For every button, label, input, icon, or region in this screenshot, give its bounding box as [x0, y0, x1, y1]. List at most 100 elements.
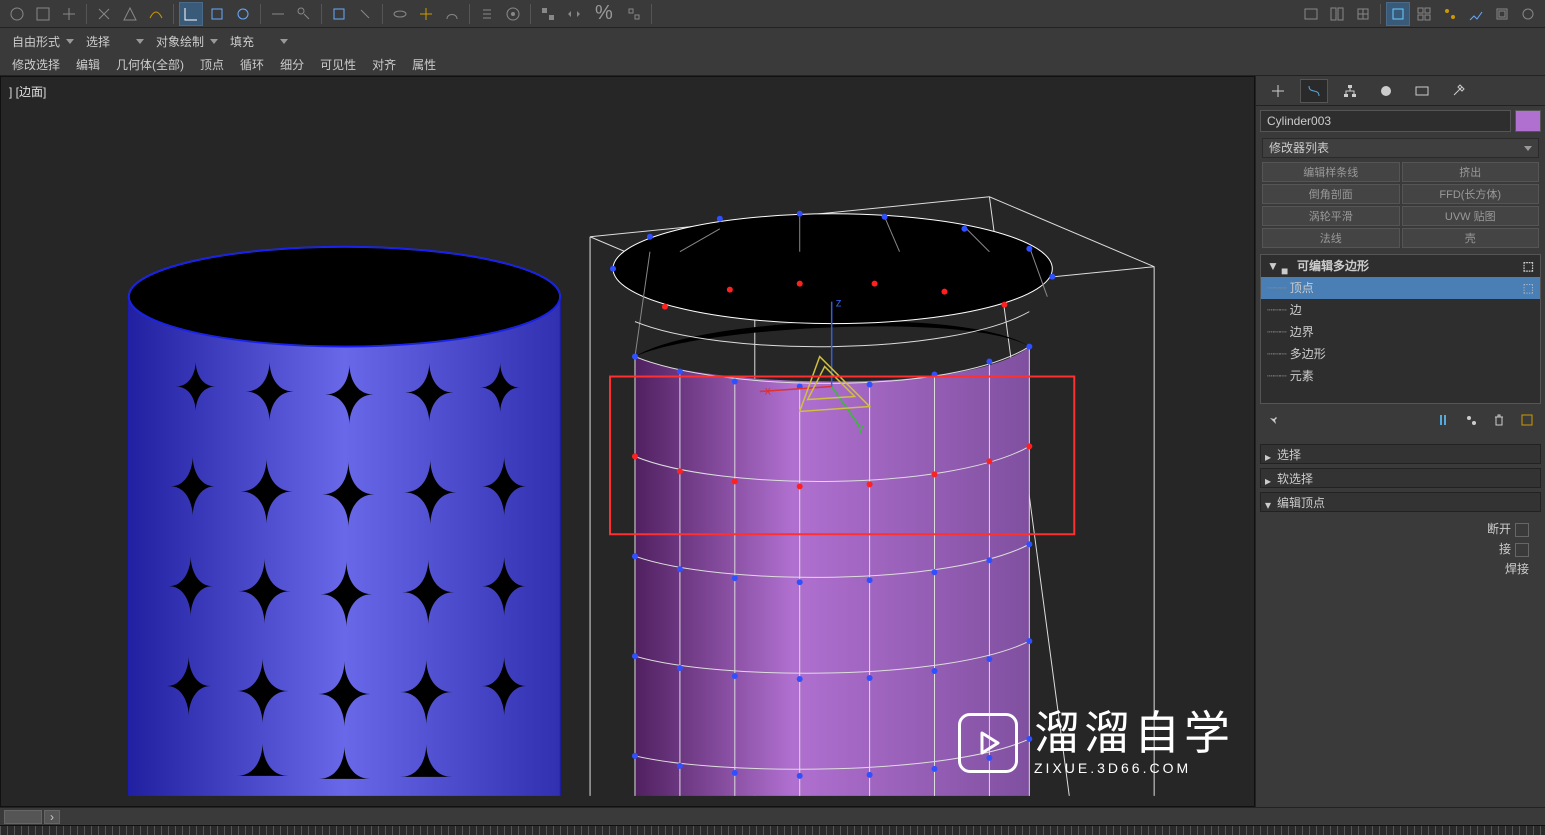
tool-icon[interactable]	[118, 2, 142, 26]
ribbon-dropdowns: 自由形式 选择 对象绘制 填充	[0, 28, 1545, 54]
rollout-edit-vertex: ▾编辑顶点 断开 接 焊接	[1260, 492, 1541, 584]
menu-loop[interactable]: 循环	[232, 55, 272, 75]
timeline-ruler[interactable]	[0, 825, 1545, 835]
command-panel: 修改器列表 编辑样条线 挤出 倒角剖面 FFD(长方体) 涡轮平滑 UVW 贴图…	[1255, 76, 1545, 807]
menu-visibility[interactable]: 可见性	[312, 55, 364, 75]
pin-icon[interactable]	[1264, 411, 1284, 429]
axis-x-label: x	[765, 383, 771, 397]
axis-z-label: z	[836, 296, 842, 310]
modifier-list-dropdown[interactable]: 修改器列表	[1262, 138, 1539, 158]
top-toolbar: %	[0, 0, 1545, 28]
menu-props[interactable]: 属性	[404, 55, 444, 75]
tool-icon[interactable]	[57, 2, 81, 26]
stack-sub-vertex[interactable]: ┈┈┈顶点⬚	[1261, 277, 1540, 299]
tool-icon[interactable]	[501, 2, 525, 26]
rollout-head[interactable]: ▸选择	[1260, 444, 1541, 464]
stack-sub-edge[interactable]: ┈┈┈边	[1261, 299, 1540, 321]
tool-icon[interactable]	[1516, 2, 1540, 26]
tool-icon[interactable]	[440, 2, 464, 26]
time-slider-scroll[interactable]: ›	[0, 807, 1545, 825]
mod-btn[interactable]: 倒角剖面	[1262, 184, 1400, 204]
menu-modify-select[interactable]: 修改选择	[4, 55, 68, 75]
stack-toolbar	[1256, 408, 1545, 432]
rollout-soft-selection: ▸软选择	[1260, 468, 1541, 488]
stack-sub-border[interactable]: ┈┈┈边界	[1261, 321, 1540, 343]
tool-icon[interactable]	[231, 2, 255, 26]
tool-icon[interactable]	[353, 2, 377, 26]
scroll-thumb[interactable]	[4, 810, 42, 824]
tab-create[interactable]	[1264, 79, 1292, 103]
vert-weld-button[interactable]: 焊接	[1266, 558, 1535, 578]
tool-icon[interactable]	[1490, 2, 1514, 26]
tool-icon[interactable]	[1299, 2, 1323, 26]
tool-icon[interactable]	[1325, 2, 1349, 26]
mod-btn[interactable]: UVW 贴图	[1402, 206, 1540, 226]
tool-icon[interactable]	[144, 2, 168, 26]
object-name-input[interactable]	[1260, 110, 1511, 132]
tool-icon[interactable]	[414, 2, 438, 26]
ribbon-dd-freeform[interactable]: 自由形式	[4, 31, 78, 51]
tool-icon[interactable]	[388, 2, 412, 26]
stack-sub-element[interactable]: ┈┈┈元素	[1261, 365, 1540, 387]
percent-label: %	[595, 2, 613, 25]
stack-sub-polygon[interactable]: ┈┈┈多边形	[1261, 343, 1540, 365]
tool-icon[interactable]	[31, 2, 55, 26]
vert-connect-button[interactable]: 接	[1266, 538, 1535, 558]
menu-edit[interactable]: 编辑	[68, 55, 108, 75]
editable-poly-icon: ■	[1281, 260, 1293, 272]
tool-icon[interactable]	[5, 2, 29, 26]
stack-tool-icon[interactable]	[1461, 411, 1481, 429]
tool-icon[interactable]	[536, 2, 560, 26]
tool-icon[interactable]	[1412, 2, 1436, 26]
tool-icon-active[interactable]	[179, 2, 203, 26]
vert-break-button[interactable]: 断开	[1266, 518, 1535, 538]
tool-icon[interactable]	[622, 2, 646, 26]
ribbon-menu: 修改选择 编辑 几何体(全部) 顶点 循环 细分 可见性 对齐 属性	[0, 54, 1545, 76]
tool-icon[interactable]	[562, 2, 586, 26]
rollout-head[interactable]: ▾编辑顶点	[1260, 492, 1541, 512]
mod-btn[interactable]: 法线	[1262, 228, 1400, 248]
rollout-head[interactable]: ▸软选择	[1260, 468, 1541, 488]
tool-icon[interactable]	[292, 2, 316, 26]
stack-tool-icon[interactable]	[1433, 411, 1453, 429]
scroll-btn[interactable]: ›	[44, 810, 60, 824]
ribbon-dd-fill[interactable]: 填充	[222, 31, 292, 51]
tool-icon[interactable]	[1464, 2, 1488, 26]
mod-btn[interactable]: 挤出	[1402, 162, 1540, 182]
menu-vertex[interactable]: 顶点	[192, 55, 232, 75]
stack-header[interactable]: ▼ ■ 可编辑多边形 ⬚	[1261, 255, 1540, 277]
object-color-swatch[interactable]	[1515, 110, 1541, 132]
tab-modify[interactable]	[1300, 79, 1328, 103]
modifier-stack[interactable]: ▼ ■ 可编辑多边形 ⬚ ┈┈┈顶点⬚ ┈┈┈边 ┈┈┈边界 ┈┈┈多边形 ┈┈…	[1260, 254, 1541, 404]
mod-btn[interactable]: 涡轮平滑	[1262, 206, 1400, 226]
tool-icon[interactable]	[92, 2, 116, 26]
trash-icon[interactable]	[1489, 411, 1509, 429]
command-panel-tabs	[1256, 76, 1545, 106]
tab-hierarchy[interactable]	[1336, 79, 1364, 103]
tab-display[interactable]	[1408, 79, 1436, 103]
stack-expand-icon[interactable]: ⬚	[1523, 255, 1534, 277]
tool-icon[interactable]	[327, 2, 351, 26]
viewport[interactable]: ] [边面]	[0, 76, 1255, 807]
viewport-canvas: x y z	[1, 77, 1254, 796]
menu-align[interactable]: 对齐	[364, 55, 404, 75]
tool-icon[interactable]	[1351, 2, 1375, 26]
axis-y-label: y	[858, 420, 864, 434]
tab-utilities[interactable]	[1444, 79, 1472, 103]
tool-icon[interactable]	[1438, 2, 1462, 26]
menu-geometry[interactable]: 几何体(全部)	[108, 55, 192, 75]
tab-motion[interactable]	[1372, 79, 1400, 103]
menu-subdiv[interactable]: 细分	[272, 55, 312, 75]
config-icon[interactable]	[1517, 411, 1537, 429]
mod-btn[interactable]: FFD(长方体)	[1402, 184, 1540, 204]
tool-icon[interactable]	[205, 2, 229, 26]
tool-icon-active[interactable]	[1386, 2, 1410, 26]
mod-btn[interactable]: 壳	[1402, 228, 1540, 248]
ribbon-dd-objectpaint[interactable]: 对象绘制	[148, 31, 222, 51]
mod-btn[interactable]: 编辑样条线	[1262, 162, 1400, 182]
tool-icon[interactable]	[266, 2, 290, 26]
tool-icon[interactable]	[475, 2, 499, 26]
ribbon-dd-select[interactable]: 选择	[78, 31, 148, 51]
rollout-selection: ▸选择	[1260, 444, 1541, 464]
modifier-quick-buttons: 编辑样条线 挤出 倒角剖面 FFD(长方体) 涡轮平滑 UVW 贴图 法线 壳	[1256, 160, 1545, 250]
